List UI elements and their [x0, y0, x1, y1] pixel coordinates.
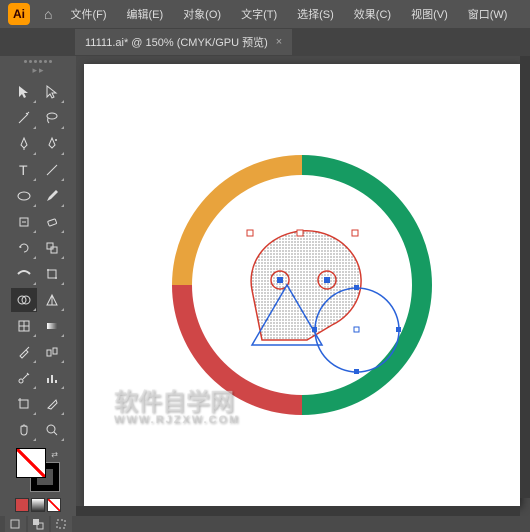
fill-stroke-control[interactable]: ⇄ — [12, 448, 64, 492]
color-mode-row — [15, 498, 61, 512]
magic-wand-tool[interactable] — [11, 106, 37, 130]
eraser-tool[interactable] — [39, 210, 65, 234]
curvature-tool[interactable] — [39, 132, 65, 156]
free-transform-tool[interactable] — [39, 262, 65, 286]
pen-tool[interactable] — [11, 132, 37, 156]
blend-tool[interactable] — [39, 340, 65, 364]
menu-bar: Ai ⌂ 文件(F) 编辑(E) 对象(O) 文字(T) 选择(S) 效果(C)… — [0, 0, 530, 28]
rectangle-tool[interactable] — [11, 184, 37, 208]
menu-select[interactable]: 选择(S) — [289, 2, 342, 26]
menu-type[interactable]: 文字(T) — [233, 2, 285, 26]
width-tool[interactable] — [11, 262, 37, 286]
close-icon[interactable]: × — [276, 36, 282, 48]
scrollbar-vertical[interactable] — [520, 56, 530, 498]
shaper-tool[interactable] — [11, 210, 37, 234]
hand-tool[interactable] — [11, 418, 37, 442]
watermark: 软件自学网 WWW.RJZXW.COM — [114, 391, 240, 426]
panel-toggle[interactable]: ▸▸ — [32, 65, 43, 76]
shape-builder-tool[interactable] — [11, 288, 37, 312]
tab-label: 11111.ai* @ 150% (CMYK/GPU 预览) — [85, 34, 268, 50]
menu-object[interactable]: 对象(O) — [175, 2, 229, 26]
rotate-tool[interactable] — [11, 236, 37, 260]
artboard-tool[interactable] — [11, 392, 37, 416]
menu-effect[interactable]: 效果(C) — [346, 2, 399, 26]
column-graph-tool[interactable] — [39, 366, 65, 390]
scale-tool[interactable] — [39, 236, 65, 260]
menu-file[interactable]: 文件(F) — [62, 2, 114, 26]
fill-swatch[interactable] — [16, 448, 46, 478]
home-icon[interactable]: ⌂ — [38, 6, 58, 22]
eyedropper-tool[interactable] — [11, 340, 37, 364]
svg-text:T: T — [19, 162, 28, 178]
app-logo: Ai — [8, 3, 30, 25]
panel-grip[interactable] — [8, 60, 68, 63]
menu-edit[interactable]: 编辑(E) — [119, 2, 172, 26]
draw-normal[interactable] — [5, 516, 26, 532]
perspective-tool[interactable] — [39, 288, 65, 312]
artboard[interactable]: 软件自学网 WWW.RJZXW.COM — [84, 64, 520, 506]
draw-inside[interactable] — [51, 516, 72, 532]
swap-icon[interactable]: ⇄ — [51, 450, 58, 459]
tab-bar: 11111.ai* @ 150% (CMYK/GPU 预览) × — [0, 28, 530, 56]
color-mode-none[interactable] — [47, 498, 61, 512]
gradient-tool[interactable] — [39, 314, 65, 338]
tools-panel: ▸▸ T — [0, 56, 76, 516]
menu-view[interactable]: 视图(V) — [403, 2, 456, 26]
zoom-tool[interactable] — [39, 418, 65, 442]
selection-tool[interactable] — [11, 80, 37, 104]
line-tool[interactable] — [39, 158, 65, 182]
paintbrush-tool[interactable] — [39, 184, 65, 208]
direct-selection-tool[interactable] — [39, 80, 65, 104]
canvas-area[interactable]: 软件自学网 WWW.RJZXW.COM — [76, 56, 530, 516]
mesh-tool[interactable] — [11, 314, 37, 338]
watermark-main: 软件自学网 — [114, 391, 240, 415]
slice-tool[interactable] — [39, 392, 65, 416]
watermark-sub: WWW.RJZXW.COM — [114, 415, 240, 426]
type-tool[interactable]: T — [11, 158, 37, 182]
draw-behind[interactable] — [28, 516, 49, 532]
color-mode-gradient[interactable] — [31, 498, 45, 512]
color-mode-normal[interactable] — [15, 498, 29, 512]
symbol-sprayer-tool[interactable] — [11, 366, 37, 390]
screen-mode-row — [5, 516, 72, 532]
lasso-tool[interactable] — [39, 106, 65, 130]
menu-window[interactable]: 窗口(W) — [460, 2, 516, 26]
scrollbar-horizontal[interactable] — [76, 506, 520, 516]
document-tab[interactable]: 11111.ai* @ 150% (CMYK/GPU 预览) × — [75, 29, 292, 55]
